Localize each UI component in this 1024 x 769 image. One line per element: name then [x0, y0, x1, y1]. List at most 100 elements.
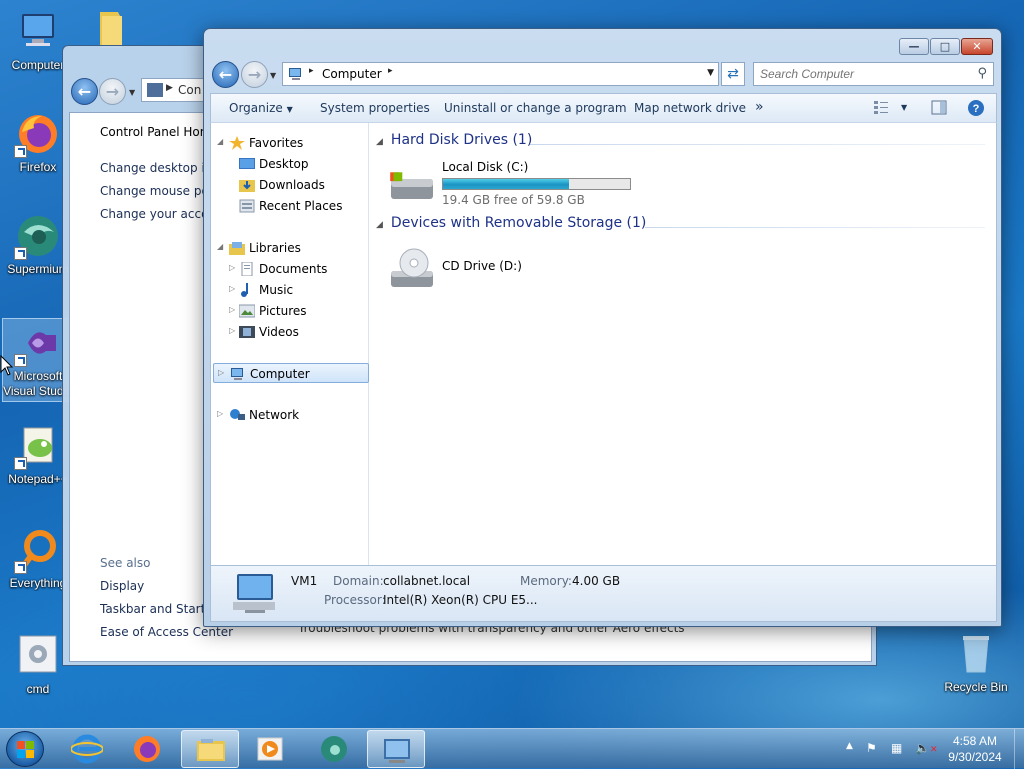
recent-pages-dropdown-icon[interactable]: ▼ — [270, 71, 276, 80]
maximize-button[interactable]: □ — [930, 38, 960, 55]
uninstall-program-button[interactable]: Uninstall or change a program — [444, 101, 627, 115]
refresh-button[interactable]: ⇄ — [721, 62, 745, 86]
domain-label: Domain: — [333, 574, 384, 588]
collapse-group-icon[interactable]: ◢ — [376, 220, 383, 230]
collapsed-arrow-icon[interactable]: ▷ — [229, 284, 235, 293]
forward-button[interactable]: → — [241, 61, 268, 88]
breadcrumb-arrow-icon[interactable]: ▸ — [309, 66, 314, 76]
memory-value: 4.00 GB — [572, 574, 621, 588]
taskbar-media-player[interactable] — [241, 730, 299, 768]
expand-arrow-icon[interactable]: ◢ — [217, 137, 223, 146]
collapsed-arrow-icon[interactable]: ▷ — [229, 326, 235, 335]
cd-drive-icon — [391, 248, 433, 287]
show-hidden-icons-button[interactable]: ▲ — [846, 741, 853, 751]
expand-arrow-icon[interactable]: ◢ — [217, 242, 223, 251]
desktop-icon-recycle-bin[interactable]: Recycle Bin — [940, 630, 1012, 695]
nav-desktop[interactable]: Desktop — [211, 154, 367, 174]
computer-small-icon — [231, 368, 243, 380]
address-history-dropdown-icon[interactable]: ▼ — [707, 68, 714, 78]
view-list-icon — [874, 101, 888, 114]
nav-network[interactable]: ▷ Network — [211, 405, 367, 425]
control-panel-icon — [147, 83, 163, 97]
network-icon — [230, 409, 245, 420]
view-options-dropdown-icon[interactable]: ▼ — [901, 103, 907, 112]
computer-name: VM1 — [291, 574, 318, 588]
address-bar[interactable]: ▸ Computer ▸ ▼ — [282, 62, 719, 86]
help-icon: ? — [968, 100, 984, 116]
cp-link-ease-of-access[interactable]: Ease of Access Center — [100, 625, 233, 639]
search-icon[interactable]: ⚲ — [977, 66, 987, 81]
mouse-cursor-icon — [0, 355, 14, 376]
taskbar-internet-explorer[interactable] — [58, 730, 116, 768]
cp-link-display[interactable]: Display — [100, 579, 144, 593]
recent-places-icon — [239, 199, 255, 213]
group-header-removable[interactable]: ◢ Devices with Removable Storage (1) — [376, 215, 646, 231]
details-pane: VM1 Domain: collabnet.local Memory: 4.00… — [210, 566, 997, 622]
minimize-icon: — — [908, 40, 920, 53]
taskbar-supermium[interactable] — [305, 730, 363, 768]
map-network-drive-button[interactable]: Map network drive — [634, 101, 746, 115]
more-commands-button[interactable]: » — [755, 99, 764, 115]
everything-icon — [14, 526, 62, 574]
processor-label: Processor: — [324, 593, 386, 607]
file-explorer-icon — [197, 739, 225, 761]
collapsed-arrow-icon[interactable]: ▷ — [229, 263, 235, 272]
search-box[interactable]: ⚲ — [753, 62, 994, 86]
network-status-icon[interactable]: ▦ — [891, 741, 902, 755]
notepad-plus-plus-icon — [14, 422, 62, 470]
organize-button[interactable]: Organize ▼ — [229, 101, 293, 115]
system-properties-button[interactable]: System properties — [320, 101, 430, 115]
taskbar-firefox[interactable] — [118, 730, 176, 768]
collapsed-arrow-icon[interactable]: ▷ — [218, 368, 224, 377]
drive-c-usage-fill — [443, 179, 570, 189]
search-input[interactable] — [758, 64, 968, 84]
cp-history-dropdown-icon[interactable]: ▼ — [129, 88, 135, 97]
nav-music[interactable]: ▷ Music — [211, 280, 367, 300]
clock-date: 9/30/2024 — [948, 750, 1002, 764]
action-center-flag-icon[interactable]: ⚑ — [866, 741, 877, 755]
show-desktop-button[interactable] — [1014, 729, 1024, 769]
nav-downloads[interactable]: Downloads — [211, 175, 367, 195]
nav-computer[interactable]: ▷ Computer — [213, 363, 369, 383]
processor-value: Intel(R) Xeon(R) CPU E5... — [383, 593, 538, 607]
breadcrumb-computer[interactable]: Computer — [322, 67, 382, 81]
cp-link-home[interactable]: Control Panel Home — [100, 125, 219, 139]
back-button[interactable]: ← — [212, 61, 239, 88]
nav-favorites[interactable]: ◢ Favorites — [211, 133, 367, 153]
items-view: ◢ Hard Disk Drives (1) Local Disk (C:) 19… — [370, 123, 997, 565]
collapse-group-icon[interactable]: ◢ — [376, 137, 383, 147]
media-player-icon — [257, 737, 283, 761]
taskbar-explorer[interactable] — [181, 730, 239, 768]
minimize-button[interactable]: — — [899, 38, 929, 55]
breadcrumb-arrow-icon[interactable]: ▸ — [388, 66, 393, 76]
collapsed-arrow-icon[interactable]: ▷ — [229, 305, 235, 314]
group-divider — [645, 227, 985, 228]
pictures-icon — [239, 304, 255, 318]
cp-back-button[interactable]: ← — [71, 78, 98, 105]
preview-pane-button[interactable] — [931, 100, 947, 118]
downloads-folder-icon — [239, 180, 255, 192]
close-button[interactable]: ✕ — [961, 38, 993, 55]
nav-documents[interactable]: ▷ Documents — [211, 259, 367, 279]
drive-c-free-space: 19.4 GB free of 59.8 GB — [442, 193, 585, 207]
help-button[interactable]: ? — [967, 99, 985, 120]
system-clock[interactable]: 4:58 AM 9/30/2024 — [935, 733, 1015, 765]
nav-pictures[interactable]: ▷ Pictures — [211, 301, 367, 321]
drive-d[interactable]: CD Drive (D:) — [384, 245, 584, 293]
desktop-icon-label: cmd — [26, 682, 50, 696]
change-view-button[interactable] — [873, 100, 889, 117]
preview-pane-icon — [931, 100, 947, 115]
nav-libraries[interactable]: ◢ Libraries — [211, 238, 367, 258]
svg-text:?: ? — [973, 103, 980, 115]
group-header-hard-disk[interactable]: ◢ Hard Disk Drives (1) — [376, 132, 532, 148]
cp-forward-button[interactable]: → — [99, 78, 126, 105]
supermium-icon — [14, 212, 62, 260]
computer-small-icon — [289, 68, 301, 80]
taskbar-control-panel[interactable] — [367, 730, 425, 768]
start-button[interactable] — [6, 731, 44, 767]
drive-c[interactable]: Local Disk (C:) 19.4 GB free of 59.8 GB — [384, 157, 634, 207]
nav-videos[interactable]: ▷ Videos — [211, 322, 367, 342]
collapsed-arrow-icon[interactable]: ▷ — [217, 409, 223, 418]
shortcut-arrow-icon — [14, 457, 27, 470]
nav-recent-places[interactable]: Recent Places — [211, 196, 367, 216]
